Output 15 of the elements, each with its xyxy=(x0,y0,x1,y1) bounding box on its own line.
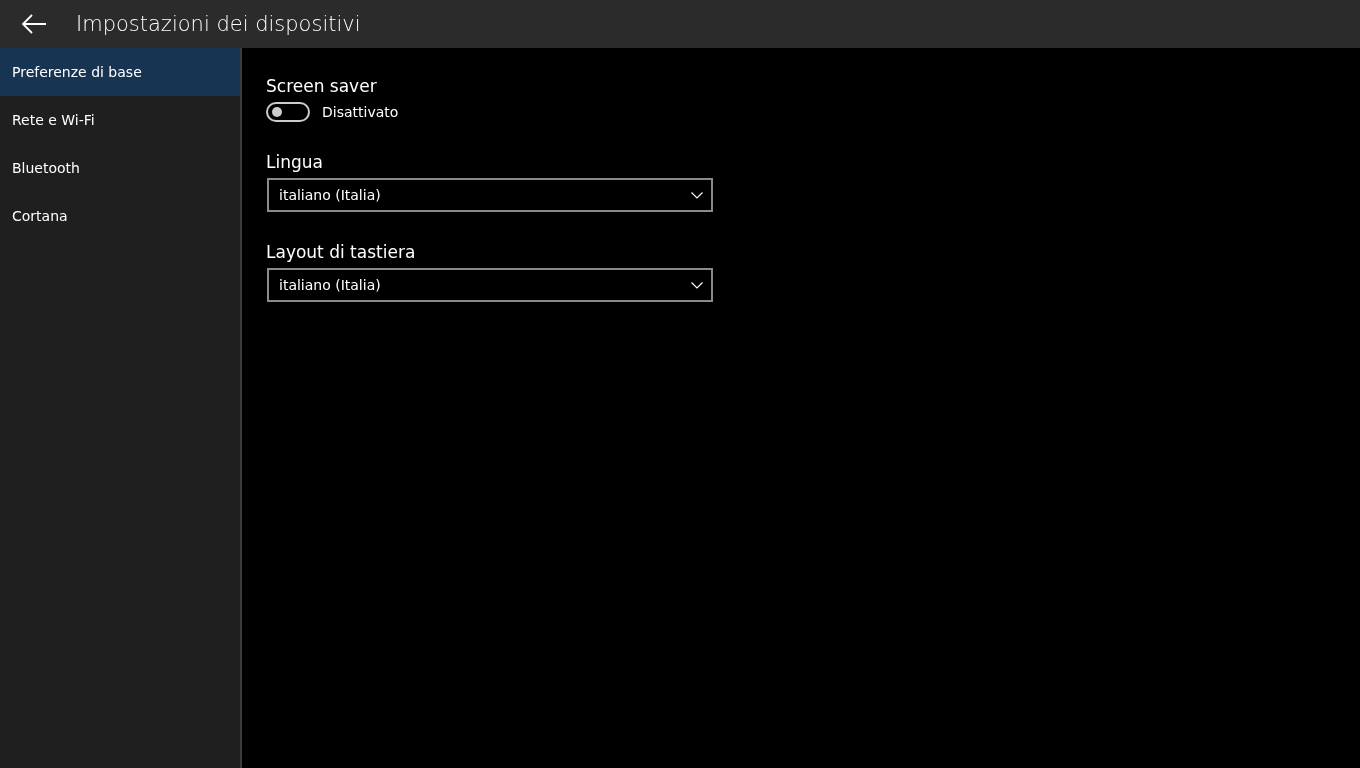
sidebar-item[interactable]: Rete e Wi-Fi xyxy=(0,96,240,144)
sidebar-item[interactable]: Preferenze di base xyxy=(0,48,240,96)
setting-label: Layout di tastiera xyxy=(266,242,416,262)
window-title: Impostazioni dei dispositivi xyxy=(76,12,361,36)
toggle-switch[interactable] xyxy=(266,102,310,122)
dropdown[interactable]: italiano (Italia) xyxy=(267,178,713,212)
chevron-down-icon xyxy=(691,191,703,199)
sidebar-item[interactable]: Bluetooth xyxy=(0,144,240,192)
back-arrow-icon xyxy=(21,14,47,34)
dropdown[interactable]: italiano (Italia) xyxy=(267,268,713,302)
setting-label: Screen saver xyxy=(266,76,377,96)
sidebar-item[interactable]: Cortana xyxy=(0,192,240,240)
setting-label: Lingua xyxy=(266,152,323,172)
toggle-state-text: Disattivato xyxy=(322,104,399,120)
chevron-down-icon xyxy=(691,281,703,289)
